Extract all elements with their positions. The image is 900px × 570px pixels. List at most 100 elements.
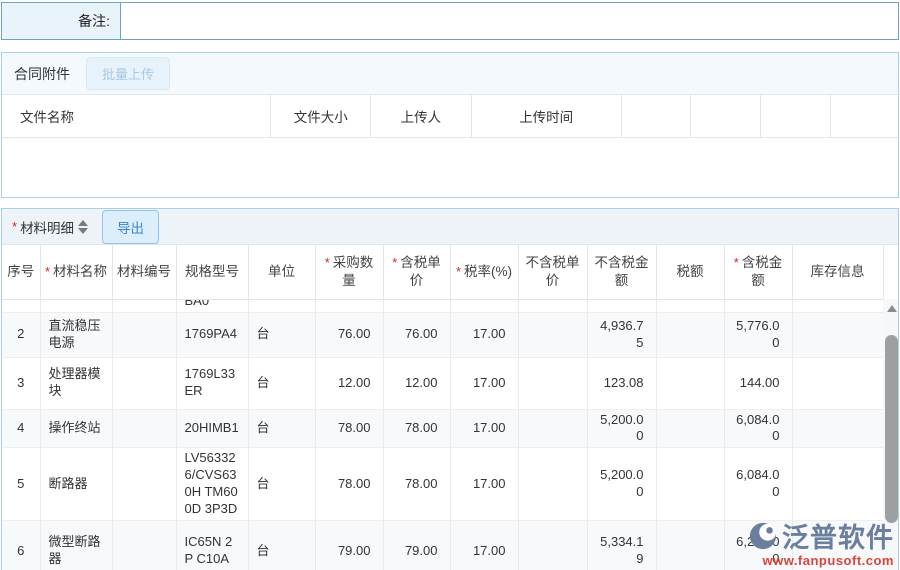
attachments-column-header: 文件名称 — [2, 95, 271, 138]
remark-input[interactable] — [121, 3, 898, 39]
cell-name: 直流稳压电源 — [40, 312, 112, 357]
cell-tax_price — [383, 299, 450, 312]
cell-unit: 台 — [248, 520, 315, 570]
table-row[interactable]: 4操作终站20HIMB1台78.0078.0017.005,200.006,08… — [2, 409, 883, 448]
materials-column-header: 不含税金额 — [587, 245, 656, 299]
remark-label: 备注: — [2, 3, 121, 39]
cell-seq: 3 — [2, 357, 40, 409]
attachments-column-header: 文件大小 — [271, 95, 371, 138]
scrollbar-thumb[interactable] — [885, 335, 898, 523]
cell-code — [112, 409, 176, 448]
cell-tax_amount — [656, 448, 724, 521]
cell-qty: 78.00 — [315, 448, 383, 521]
cell-name: 微型断路器 — [40, 520, 112, 570]
materials-stepper[interactable] — [78, 220, 88, 234]
materials-column-header: *材料名称 — [40, 245, 112, 299]
cell-net_amount: 5,334.19 — [587, 520, 656, 570]
cell-name: 操作终站 — [40, 409, 112, 448]
cell-code — [112, 357, 176, 409]
page: 备注: 合同附件 批量上传 文件名称文件大小上传人上传时间 * 材料明细 导出 — [0, 0, 900, 570]
attachments-column-header: 上传时间 — [471, 95, 621, 138]
cell-qty: 12.00 — [315, 357, 383, 409]
vertical-scrollbar[interactable] — [883, 299, 899, 570]
attachments-column-header — [621, 95, 690, 138]
cell-tax_price: 12.00 — [383, 357, 450, 409]
materials-column-header: *含税金额 — [724, 245, 792, 299]
cell-gross_amount: 6,084.00 — [724, 409, 792, 448]
cell-seq: 5 — [2, 448, 40, 521]
cell-unit: 台 — [248, 357, 315, 409]
cell-tax_price: 76.00 — [383, 312, 450, 357]
cell-net_amount: 5,200.00 — [587, 409, 656, 448]
export-button[interactable]: 导出 — [102, 210, 159, 244]
table-row[interactable]: 2直流稳压电源1769PA4台76.0076.0017.004,936.755,… — [2, 312, 883, 357]
table-row[interactable]: 5断路器LV563326/CVS630H TM600D 3P3D台78.0078… — [2, 448, 883, 521]
cell-stock — [792, 448, 883, 521]
cell-net_amount: 5,200.00 — [587, 448, 656, 521]
cell-qty: 79.00 — [315, 520, 383, 570]
cell-net_price — [518, 312, 587, 357]
cell-gross_amount: 144.00 — [724, 357, 792, 409]
cell-spec: 1769L33ER — [176, 357, 248, 409]
remark-row: 备注: — [1, 2, 899, 40]
cell-stock — [792, 299, 883, 312]
cell-net_price — [518, 299, 587, 312]
contract-attachments-panel: 合同附件 批量上传 文件名称文件大小上传人上传时间 — [1, 52, 899, 198]
attachments-column-header — [831, 95, 900, 138]
cell-stock — [792, 409, 883, 448]
cell-seq: 4 — [2, 409, 40, 448]
attachments-title: 合同附件 — [14, 64, 70, 84]
materials-column-header: *税率(%) — [450, 245, 518, 299]
stepper-up-icon[interactable] — [78, 220, 88, 226]
stepper-down-icon[interactable] — [78, 228, 88, 234]
materials-column-header: *采购数量 — [315, 245, 383, 299]
cell-seq: 6 — [2, 520, 40, 570]
materials-column-header: 库存信息 — [792, 245, 883, 299]
cell-code — [112, 520, 176, 570]
cell-stock — [792, 520, 883, 570]
cell-tax_amount — [656, 520, 724, 570]
cell-unit: 台 — [248, 409, 315, 448]
cell-net_amount — [587, 299, 656, 312]
cell-spec: 1769PA4 — [176, 312, 248, 357]
table-row[interactable]: 3处理器模块1769L33ER台12.0012.0017.00123.08144… — [2, 357, 883, 409]
cell-tax_rate: 17.00 — [450, 520, 518, 570]
cell-net_price — [518, 448, 587, 521]
materials-column-header: 税额 — [656, 245, 724, 299]
table-row[interactable]: BA0 — [2, 299, 883, 312]
materials-header-bar: * 材料明细 导出 — [2, 209, 898, 245]
attachments-column-header: 上传人 — [371, 95, 471, 138]
required-asterisk: * — [392, 255, 397, 270]
cell-tax_amount — [656, 299, 724, 312]
cell-net_amount: 123.08 — [587, 357, 656, 409]
table-row[interactable]: 6微型断路器IC65N 2P C10A台79.0079.0017.005,334… — [2, 520, 883, 570]
batch-upload-button[interactable]: 批量上传 — [86, 57, 170, 90]
cell-spec: BA0 — [176, 299, 248, 312]
cell-qty: 78.00 — [315, 409, 383, 448]
cell-code — [112, 299, 176, 312]
cell-tax_price: 79.00 — [383, 520, 450, 570]
materials-table: 序号*材料名称材料编号规格型号单位*采购数量*含税单价*税率(%)不含税单价不含… — [2, 245, 884, 570]
cell-seq: 2 — [2, 312, 40, 357]
cell-net_price — [518, 357, 587, 409]
cell-net_amount: 4,936.75 — [587, 312, 656, 357]
cell-spec: 20HIMB1 — [176, 409, 248, 448]
cell-gross_amount: 6,084.00 — [724, 448, 792, 521]
cell-gross_amount — [724, 299, 792, 312]
cell-stock — [792, 312, 883, 357]
required-asterisk: * — [325, 255, 330, 270]
cell-tax_rate: 17.00 — [450, 448, 518, 521]
cell-tax_amount — [656, 409, 724, 448]
required-asterisk: * — [456, 264, 461, 279]
cell-tax_rate: 17.00 — [450, 409, 518, 448]
materials-column-header: 不含税单价 — [518, 245, 587, 299]
cell-tax_price: 78.00 — [383, 409, 450, 448]
cell-tax_amount — [656, 312, 724, 357]
materials-column-header: 规格型号 — [176, 245, 248, 299]
materials-column-header: 序号 — [2, 245, 40, 299]
attachments-column-header — [691, 95, 761, 138]
cell-tax_rate: 17.00 — [450, 357, 518, 409]
scroll-up-icon[interactable] — [887, 305, 897, 312]
required-asterisk: * — [45, 264, 50, 279]
materials-column-header: 单位 — [248, 245, 315, 299]
